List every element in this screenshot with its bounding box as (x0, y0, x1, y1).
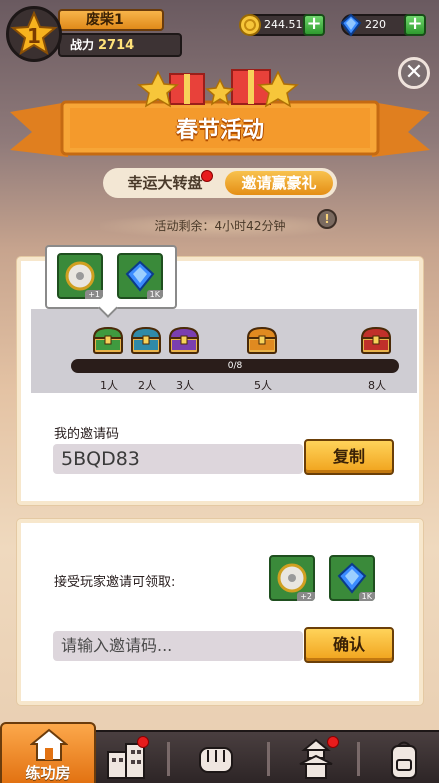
milestone-chest-icon[interactable] (246, 325, 278, 355)
event-timer: 活动剩余：4小时42分钟 (100, 214, 340, 238)
add-gold-button[interactable]: + (303, 14, 325, 36)
reward-item[interactable]: +1 (57, 253, 103, 299)
notification-dot (137, 736, 149, 748)
reward-item[interactable]: 1K (117, 253, 163, 299)
milestone-chest-icon[interactable] (168, 325, 200, 355)
reward-count: +1 (85, 290, 103, 299)
gold-counter: 244.51K + (239, 14, 325, 36)
reward-count: 1K (146, 290, 163, 299)
milestone-label: 1人 (100, 379, 118, 392)
milestone-label: 2人 (138, 379, 156, 392)
nav-training-room[interactable]: 练功房 (0, 722, 96, 783)
invite-progress-bar: 0/8 (71, 359, 399, 373)
gem-icon (337, 562, 367, 594)
avatar[interactable]: 1 (6, 6, 62, 62)
tab-invite[interactable]: 邀请赢豪礼 (225, 171, 333, 195)
bottom-nav: 练功房 (0, 722, 439, 783)
milestone-chest-icon[interactable] (130, 325, 162, 355)
power-display: 战力 2714 (58, 33, 182, 57)
milestone-label: 8人 (368, 379, 386, 392)
reward-item[interactable]: 1K (329, 555, 375, 601)
gem-value: 220 (365, 18, 386, 31)
notification-dot (327, 736, 339, 748)
milestone-label: 3人 (176, 379, 194, 392)
nav-divider (267, 742, 270, 776)
gem-counter: 220 + (340, 13, 426, 37)
confirm-button[interactable]: 确认 (304, 627, 394, 663)
my-code-label: 我的邀请码 (54, 427, 120, 442)
accept-label: 接受玩家邀请可领取: (54, 575, 176, 590)
disc-icon (65, 261, 95, 291)
invite-code-input[interactable]: 请输入邀请码... (53, 631, 303, 661)
player-level: 1 (27, 24, 41, 48)
accept-invite-panel: 接受玩家邀请可领取: +2 1K 请输入邀请码... 确认 (17, 519, 423, 705)
top-bar: 废柴1 战力 2714 1 244.51K + 220 + (0, 0, 439, 70)
player-name: 废柴1 (58, 9, 164, 31)
milestone-chest-icon[interactable] (92, 325, 124, 355)
nav-bag[interactable] (380, 738, 428, 780)
event-banner: 春节活动 (10, 62, 430, 162)
add-gem-button[interactable]: + (404, 14, 426, 36)
home-icon (30, 728, 68, 761)
backpack-icon (391, 741, 417, 779)
nav-fight[interactable] (192, 738, 240, 780)
coin-icon (239, 14, 261, 36)
nav-divider (357, 742, 360, 776)
nav-divider (167, 742, 170, 776)
progress-text: 0/8 (227, 361, 243, 371)
copy-button[interactable]: 复制 (304, 439, 394, 475)
milestone-label: 5人 (254, 379, 272, 392)
info-button[interactable]: ! (317, 209, 337, 229)
gem-icon (340, 13, 362, 37)
event-tabs: 幸运大转盘 邀请赢豪礼 (103, 168, 337, 198)
power-value: 2714 (98, 38, 135, 53)
power-label: 战力 (70, 38, 95, 52)
gem-icon (125, 260, 155, 292)
info-icon: ! (324, 212, 330, 226)
milestone-chest-icon[interactable] (360, 325, 392, 355)
nav-home-label: 练功房 (25, 764, 71, 782)
reward-count: +2 (297, 592, 315, 601)
reward-item[interactable]: +2 (269, 555, 315, 601)
reward-count: 1K (358, 592, 375, 601)
event-title: 春节活动 (175, 118, 264, 143)
invite-progress-panel: 0/8 +1 1K 我的邀请码 5BQD83 复制 1人 2人 3人 5人 8人 (17, 245, 423, 505)
fist-icon (199, 747, 233, 773)
notification-dot (201, 170, 213, 182)
reward-popup: +1 1K (45, 245, 177, 309)
my-code-value: 5BQD83 (53, 444, 303, 474)
disc-icon (277, 563, 307, 593)
